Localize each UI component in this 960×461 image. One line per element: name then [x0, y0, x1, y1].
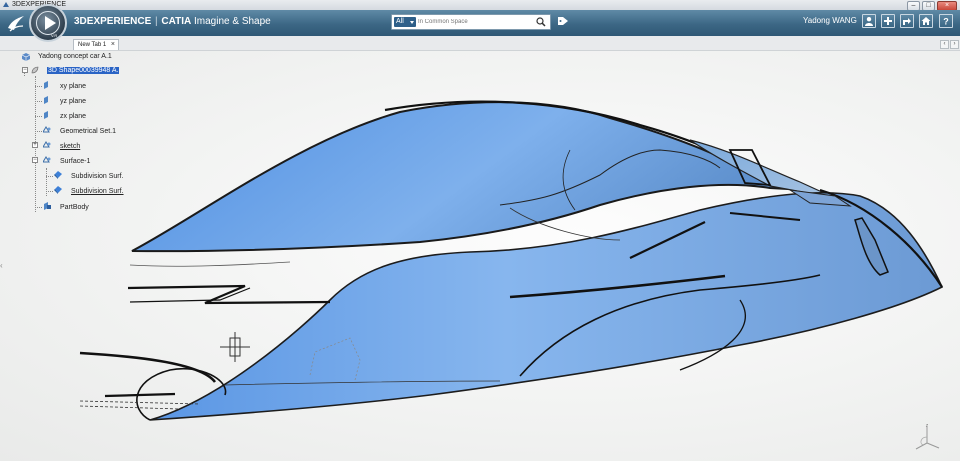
subdivision-surface-icon: [54, 171, 62, 179]
plane-icon: [44, 111, 48, 119]
tree-root-label: Yadong concept car A.1: [38, 53, 112, 60]
svg-text:?: ?: [943, 17, 949, 27]
specification-tree: Yadong concept car A.1 − 3D Shape0003994…: [0, 51, 140, 231]
home-icon: [921, 17, 931, 25]
app-module: Imagine & Shape: [194, 16, 271, 27]
title-separator: |: [155, 16, 158, 27]
panel-collapse-handle[interactable]: ‹: [0, 261, 8, 273]
user-icon: [865, 17, 873, 26]
rear-diffuser-line: [104, 392, 176, 398]
help-button[interactable]: ?: [939, 14, 953, 28]
tab-prev-button[interactable]: ‹: [940, 40, 949, 49]
compass-axis-icon[interactable]: z: [913, 423, 941, 453]
collapse-toggle[interactable]: −: [32, 157, 38, 163]
user-name[interactable]: Yadong WANG: [803, 16, 857, 25]
tree-item-xy-plane[interactable]: xy plane: [59, 82, 87, 91]
reference-line: [129, 261, 291, 267]
add-button[interactable]: [881, 14, 895, 28]
tab-new-tab-1[interactable]: New Tab 1 ×: [73, 39, 119, 50]
share-button[interactable]: [900, 14, 914, 28]
part-body-icon: [44, 202, 51, 210]
share-icon: [903, 18, 911, 25]
product-icon[interactable]: [22, 53, 30, 61]
tab-label: New Tab 1: [78, 42, 107, 48]
tree-item-surface-1[interactable]: Surface-1: [59, 157, 91, 166]
axis-z-label: z: [926, 423, 929, 429]
car-model[interactable]: [0, 51, 960, 461]
compass-label: V.R: [51, 33, 58, 38]
search-box: All: [391, 14, 551, 30]
plane-icon: [44, 81, 48, 89]
compass-button[interactable]: V.R: [29, 4, 67, 42]
tree-item-sketch[interactable]: sketch: [59, 142, 81, 151]
rear-bumper-line: [79, 351, 217, 383]
tree-item-root[interactable]: Yadong concept car A.1: [37, 52, 113, 61]
geometrical-set-icon: [43, 156, 51, 163]
tree-item-subdivision-surface-2[interactable]: Subdivision Surf.: [70, 187, 125, 196]
robot-manipulator-icon[interactable]: [220, 332, 250, 362]
tree-item-geometrical-set[interactable]: Geometrical Set.1: [59, 127, 117, 136]
help-icon: ?: [943, 17, 949, 27]
search-icon[interactable]: [536, 17, 546, 27]
subdivision-surface-icon: [54, 186, 62, 194]
tag-icon[interactable]: [557, 16, 569, 26]
tree-shape-label: 3D Shape00039948 A.: [47, 67, 120, 74]
home-button[interactable]: [919, 14, 933, 28]
sketch-icon: [43, 141, 51, 148]
profile-button[interactable]: [862, 14, 876, 28]
tab-strip: New Tab 1 ×: [0, 36, 960, 51]
tree-item-3d-shape[interactable]: 3D Shape00039948 A.: [47, 66, 120, 75]
plane-icon: [44, 96, 48, 104]
3d-viewport[interactable]: Yadong concept car A.1 − 3D Shape0003994…: [0, 51, 960, 461]
search-input[interactable]: [418, 16, 530, 28]
collapse-toggle[interactable]: −: [22, 67, 28, 73]
tree-item-partbody[interactable]: PartBody: [59, 203, 90, 212]
tree-item-zx-plane[interactable]: zx plane: [59, 112, 87, 121]
shape-icon: [31, 66, 39, 74]
app-icon: [3, 2, 9, 7]
play-icon: [45, 16, 56, 30]
plus-icon: [884, 17, 892, 25]
tree-item-yz-plane[interactable]: yz plane: [59, 97, 87, 106]
rear-sketch-line-2: [129, 287, 251, 303]
close-tab-icon[interactable]: ×: [111, 40, 115, 50]
rear-sketch-line-1: [127, 284, 331, 305]
brand-name: 3DEXPERIENCE: [74, 16, 152, 27]
app-name: CATIA: [161, 16, 192, 27]
tab-next-button[interactable]: ›: [950, 40, 959, 49]
app-title: 3DEXPERIENCE | CATIA Imagine & Shape: [74, 16, 271, 27]
tree-item-subdivision-surface-1[interactable]: Subdivision Surf.: [70, 172, 125, 181]
header-bar: 3DEXPERIENCE | CATIA Imagine & Shape All…: [0, 10, 960, 36]
search-scope-value: All: [396, 18, 404, 25]
chevron-down-icon: [410, 21, 414, 24]
search-scope-dropdown[interactable]: All: [394, 17, 416, 27]
dassault-logo-icon: [8, 16, 24, 32]
geometrical-set-icon: [43, 126, 51, 133]
expand-toggle[interactable]: +: [32, 142, 38, 148]
